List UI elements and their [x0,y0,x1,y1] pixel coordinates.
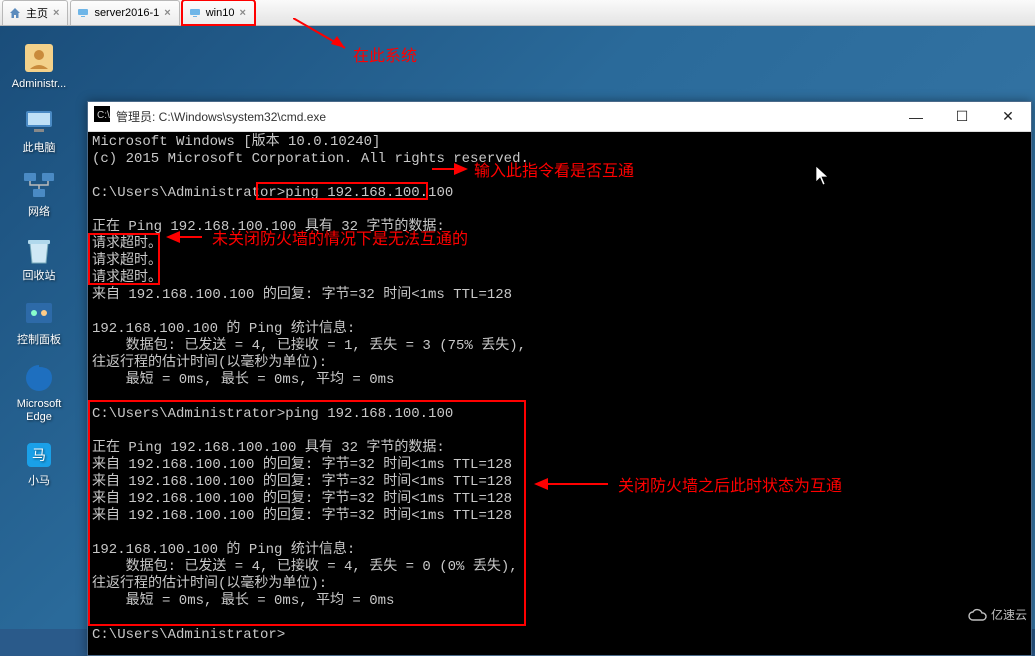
network-icon [21,168,57,204]
cmd-line: 来自 192.168.100.100 的回复: 字节=32 时间<1ms TTL… [92,508,512,524]
cmd-line: 最短 = 0ms, 最长 = 0ms, 平均 = 0ms [92,372,394,388]
maximize-button[interactable]: ☐ [939,102,985,131]
cmd-line: 最短 = 0ms, 最长 = 0ms, 平均 = 0ms [92,593,394,609]
desktop[interactable]: Administr... 此电脑 网络 回收站 控制面板 [0,26,1035,629]
tab-server-label: server2016-1 [94,7,159,19]
edge-icon [21,360,57,396]
recycle-bin-icon [21,232,57,268]
cmd-line: 数据包: 已发送 = 4, 已接收 = 4, 丢失 = 0 (0% 丢失), [92,559,518,575]
tab-strip: 主页 × server2016-1 × win10 × [0,0,1035,26]
desktop-icon-admin[interactable]: Administr... [6,40,72,90]
cmd-line: 正在 Ping 192.168.100.100 具有 32 字节的数据: [92,440,445,456]
cmd-line: 正在 Ping 192.168.100.100 具有 32 字节的数据: [92,219,445,235]
cmd-line: 来自 192.168.100.100 的回复: 字节=32 时间<1ms TTL… [92,474,512,490]
desktop-icon-recycle[interactable]: 回收站 [6,232,72,282]
tab-main[interactable]: 主页 × [2,0,68,25]
desktop-icon-label: 此电脑 [23,142,56,154]
close-icon[interactable]: × [239,7,245,19]
monitor-icon [77,7,89,19]
desktop-icon-thispc[interactable]: 此电脑 [6,104,72,154]
cmd-line: Microsoft Windows [版本 10.0.10240] [92,134,380,150]
cmd-line: (c) 2015 Microsoft Corporation. All righ… [92,151,529,167]
tab-main-label: 主页 [26,5,48,21]
cmd-line: 来自 192.168.100.100 的回复: 字节=32 时间<1ms TTL… [92,457,512,473]
cmd-line: 往返行程的估计时间(以毫秒为单位): [92,355,327,371]
minimize-button[interactable]: — [893,102,939,131]
cmd-window: C:\ 管理员: C:\Windows\system32\cmd.exe — ☐… [87,101,1032,656]
watermark: 亿速云 [967,606,1027,623]
cmd-line: 请求超时。 [92,270,162,286]
desktop-icon-label: Administr... [12,78,66,90]
cmd-line: 来自 192.168.100.100 的回复: 字节=32 时间<1ms TTL… [92,287,512,303]
cmd-line: 192.168.100.100 的 Ping 统计信息: [92,321,355,337]
desktop-icon-xiaoma[interactable]: 马 小马 [6,437,72,487]
desktop-icon-label: 网络 [28,206,50,218]
tab-win10[interactable]: win10 × [182,0,255,25]
home-icon [9,7,21,19]
cmd-line: 往返行程的估计时间(以毫秒为单位): [92,576,327,592]
desktop-icons: Administr... 此电脑 网络 回收站 控制面板 [6,40,72,487]
cmd-icon: C:\ [94,106,110,127]
cloud-icon [967,608,987,622]
svg-text:C:\: C:\ [97,110,110,121]
svg-text:马: 马 [32,447,46,463]
monitor-icon [189,7,201,19]
cmd-line: 请求超时。 [92,253,162,269]
close-icon[interactable]: × [164,7,170,19]
cmd-line: C:\Users\Administrator> [92,627,285,643]
cmd-body[interactable]: Microsoft Windows [版本 10.0.10240] (c) 20… [88,132,1031,655]
tab-win10-label: win10 [206,7,235,19]
cmd-line: C:\Users\Administrator>ping 192.168.100.… [92,406,453,422]
close-icon[interactable]: × [53,7,59,19]
cmd-title: 管理员: C:\Windows\system32\cmd.exe [116,108,893,125]
desktop-icon-label: 小马 [28,475,50,487]
desktop-icon-network[interactable]: 网络 [6,168,72,218]
cmd-line: C:\Users\Administrator>ping 192.168.100.… [92,185,453,201]
computer-icon [21,104,57,140]
desktop-icon-ctrlpanel[interactable]: 控制面板 [6,296,72,346]
cmd-line: 192.168.100.100 的 Ping 统计信息: [92,542,355,558]
close-button[interactable]: ✕ [985,102,1031,131]
desktop-icon-label: 控制面板 [17,334,61,346]
desktop-icon-label: Microsoft Edge [6,398,72,422]
desktop-icon-label: 回收站 [23,270,56,282]
cmd-line: 请求超时。 [92,236,162,252]
tab-server[interactable]: server2016-1 × [70,0,179,25]
control-panel-icon [21,296,57,332]
desktop-icon-edge[interactable]: Microsoft Edge [6,360,72,422]
cmd-line: 数据包: 已发送 = 4, 已接收 = 1, 丢失 = 3 (75% 丢失), [92,338,526,354]
user-icon [21,40,57,76]
app-icon: 马 [21,437,57,473]
cmd-line: 来自 192.168.100.100 的回复: 字节=32 时间<1ms TTL… [92,491,512,507]
cmd-titlebar[interactable]: C:\ 管理员: C:\Windows\system32\cmd.exe — ☐… [88,102,1031,132]
